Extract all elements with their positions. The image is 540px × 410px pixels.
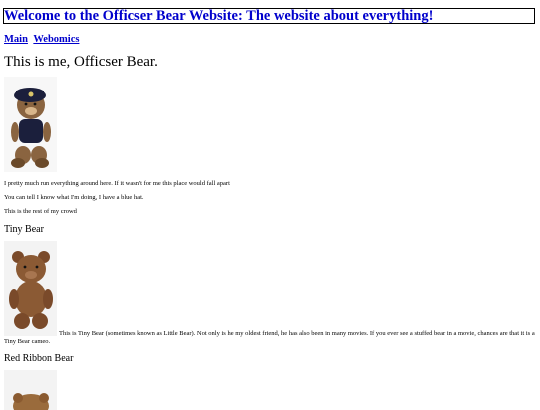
site-banner: Welcome to the Officser Bear Website: Th… bbox=[3, 8, 535, 24]
intro-line-1: I pretty much run everything around here… bbox=[4, 180, 230, 187]
intro-line-2: You can tell I know what I'm doing, I ha… bbox=[4, 194, 144, 201]
section-heading-red-ribbon-bear: Red Ribbon Bear bbox=[4, 353, 74, 364]
nav-bar: Main Webomics bbox=[4, 34, 82, 45]
intro-line-3: This is the rest of my crowd bbox=[4, 208, 77, 215]
tiny-bear-caption-text: This is Tiny Bear (sometimes known as Li… bbox=[4, 330, 535, 345]
tiny-bear-image bbox=[4, 241, 57, 336]
tiny-bear-photo bbox=[4, 241, 57, 336]
officser-bear-image bbox=[4, 77, 57, 172]
nav-link-main[interactable]: Main bbox=[4, 34, 28, 45]
red-ribbon-bear-photo bbox=[4, 370, 57, 410]
page-title: Welcome to the Officser Bear Website: Th… bbox=[4, 8, 434, 24]
officser-bear-photo bbox=[4, 77, 57, 172]
intro-heading: This is me, Officser Bear. bbox=[4, 54, 158, 70]
section-heading-tiny-bear: Tiny Bear bbox=[4, 224, 44, 235]
tiny-bear-caption: This is Tiny Bear (sometimes known as Li… bbox=[4, 330, 538, 346]
red-ribbon-bear-image bbox=[4, 370, 57, 410]
nav-link-webomics[interactable]: Webomics bbox=[33, 34, 79, 45]
